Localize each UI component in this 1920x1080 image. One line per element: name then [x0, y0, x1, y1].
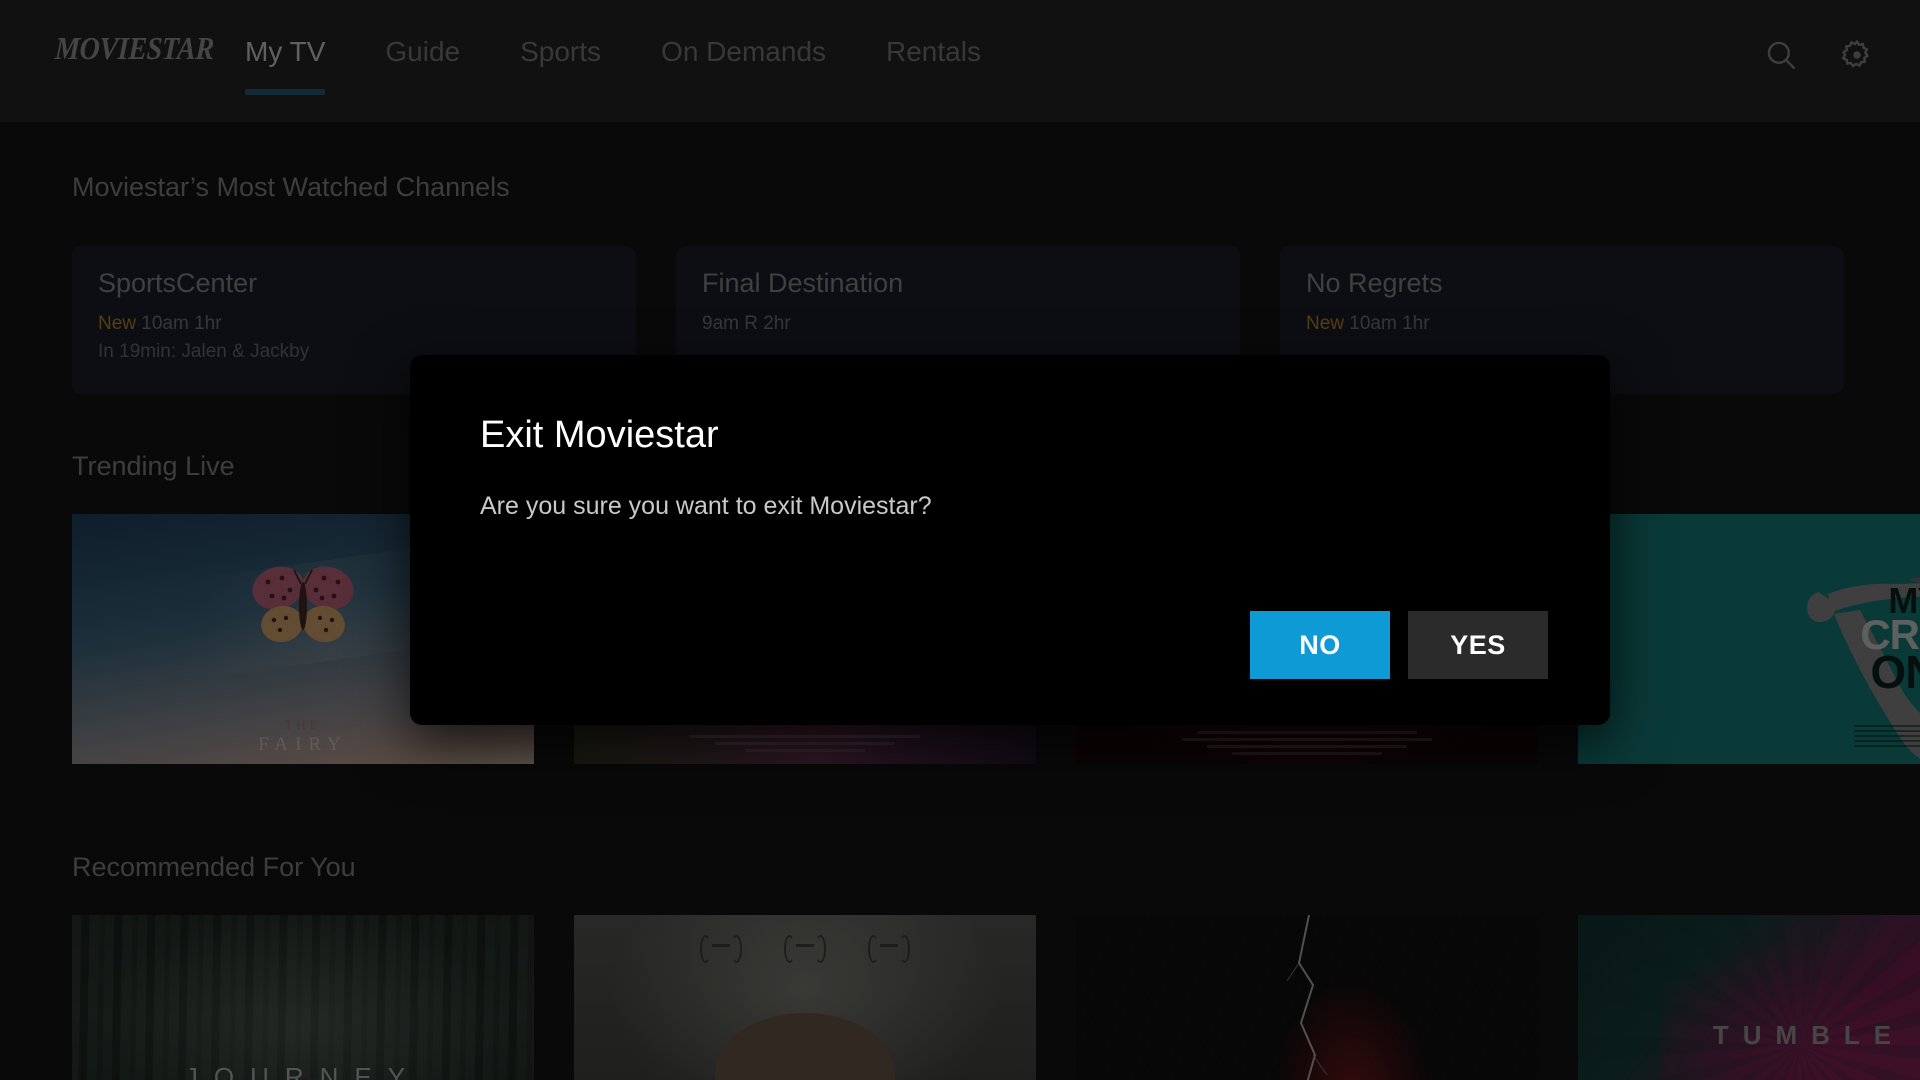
- dialog-actions: NO YES: [1250, 611, 1548, 679]
- no-button[interactable]: NO: [1250, 611, 1390, 679]
- exit-confirmation-dialog: Exit Moviestar Are you sure you want to …: [410, 355, 1610, 725]
- yes-button[interactable]: YES: [1408, 611, 1548, 679]
- dialog-title: Exit Moviestar: [480, 414, 719, 456]
- app-root: MOVIESTAR My TV Guide Sports On Demands …: [0, 0, 1920, 1080]
- dialog-message: Are you sure you want to exit Moviestar?: [480, 492, 932, 520]
